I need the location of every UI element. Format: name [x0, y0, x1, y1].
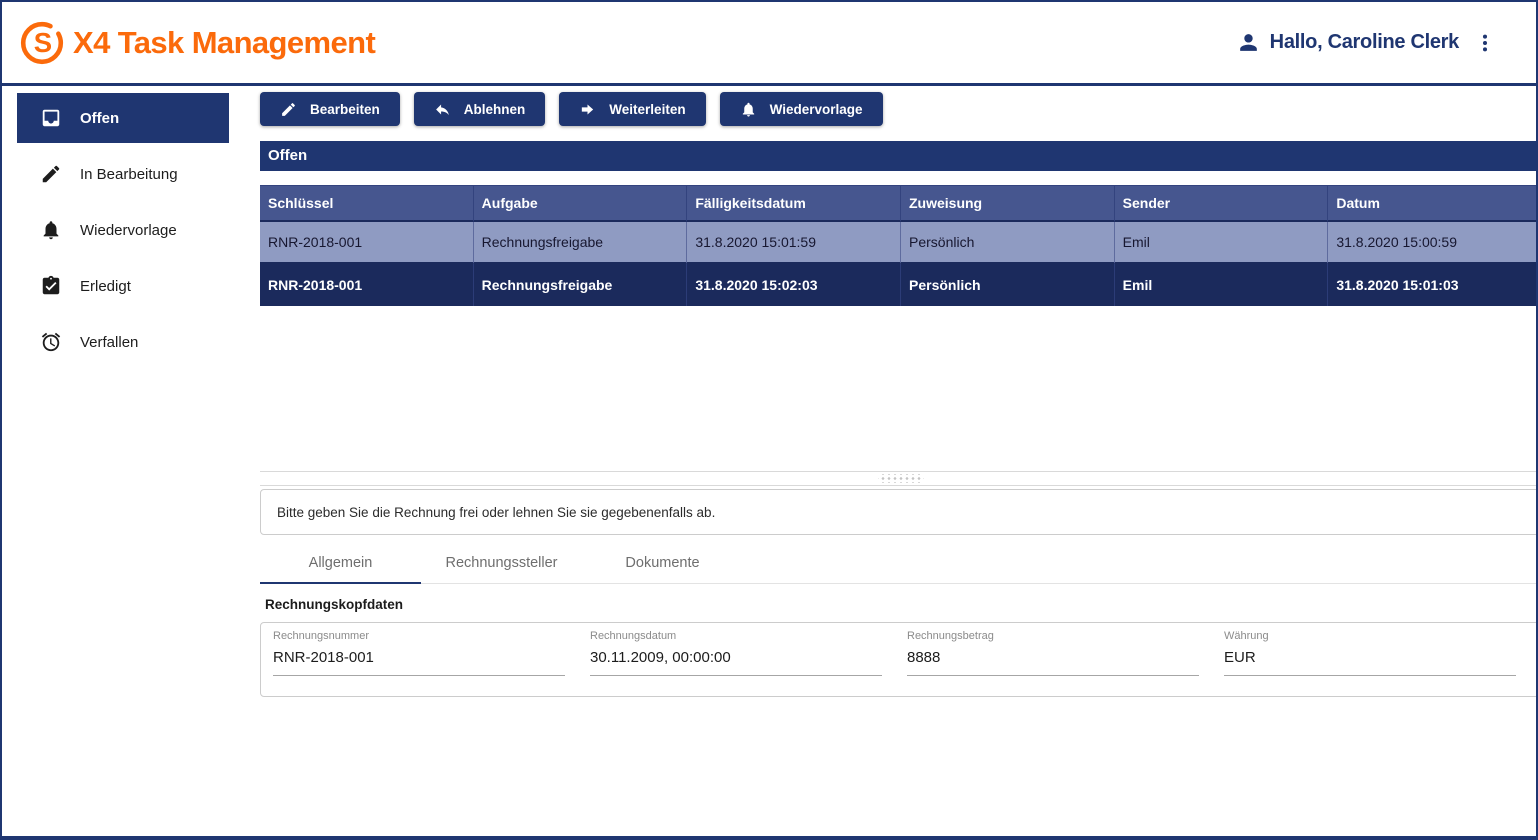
bell-icon	[740, 101, 757, 118]
clipboard-check-icon	[40, 275, 62, 297]
table-cell[interactable]: 31.8.2020 15:00:59	[1328, 222, 1538, 264]
table-cell[interactable]: Persönlich	[901, 222, 1115, 264]
table-cell[interactable]: Emil	[1115, 222, 1329, 264]
tab-dokumente[interactable]: Dokumente	[582, 542, 743, 583]
ablehnen-button[interactable]: Ablehnen	[414, 92, 546, 126]
app-title: X4 Task Management	[73, 25, 375, 61]
button-label: Ablehnen	[464, 102, 526, 117]
sidebar-item-verfallen[interactable]: Verfallen	[17, 317, 229, 367]
reply-arrow-icon	[434, 101, 451, 118]
sidebar-item-erledigt[interactable]: Erledigt	[17, 261, 229, 311]
sidebar-item-label: Verfallen	[80, 334, 138, 351]
rechnungsdatum-input[interactable]	[590, 645, 882, 676]
table-cell[interactable]: 31.8.2020 15:01:03	[1328, 264, 1538, 306]
rechnungsnummer-input[interactable]	[273, 645, 565, 676]
inbox-icon	[40, 107, 62, 129]
rechnungsbetrag-input[interactable]	[907, 645, 1199, 676]
tab-rechnungssteller[interactable]: Rechnungssteller	[421, 542, 582, 583]
splitter-handle[interactable]	[260, 471, 1538, 486]
sidebar-item-label: Offen	[80, 110, 119, 127]
table-cell[interactable]: 31.8.2020 15:02:03	[687, 264, 901, 306]
sidebar-item-label: Erledigt	[80, 278, 131, 295]
user-greeting: Hallo, Caroline Clerk	[1270, 31, 1459, 54]
splitter-grip-icon	[878, 474, 924, 483]
sidebar-item-offen[interactable]: Offen	[17, 93, 229, 143]
sidebar-item-label: In Bearbeitung	[80, 166, 178, 183]
task-hint-text: Bitte geben Sie die Rechnung frei oder l…	[277, 505, 715, 520]
sidebar: Offen In Bearbeitung Wiedervorlage Erled…	[2, 86, 232, 833]
table-cell[interactable]: RNR-2018-001	[260, 222, 474, 264]
tab-allgemein[interactable]: Allgemein	[260, 542, 421, 583]
field-label: Rechnungsdatum	[590, 630, 907, 642]
column-header[interactable]: Aufgabe	[474, 185, 688, 222]
weiterleiten-button[interactable]: Weiterleiten	[559, 92, 705, 126]
column-header[interactable]: Fälligkeitsdatum	[687, 185, 901, 222]
grid-title: Offen	[260, 141, 1538, 171]
tab-label: Rechnungssteller	[445, 555, 557, 571]
wiedervorlage-button[interactable]: Wiedervorlage	[720, 92, 883, 126]
table-cell[interactable]: Rechnungsfreigabe	[474, 222, 688, 264]
user-icon	[1236, 30, 1261, 55]
toolbar: Bearbeiten Ablehnen Weiterleiten	[260, 92, 1538, 126]
waehrung-input[interactable]	[1224, 645, 1516, 676]
field-label: Rechnungsnummer	[273, 630, 590, 642]
field-label: Rechnungsbetrag	[907, 630, 1224, 642]
task-hint-box: Bitte geben Sie die Rechnung frei oder l…	[260, 489, 1538, 535]
detail-tabs: Allgemein Rechnungssteller Dokumente	[260, 542, 1538, 584]
table-cell[interactable]: Emil	[1115, 264, 1329, 306]
content-area: Bearbeiten Ablehnen Weiterleiten	[232, 86, 1538, 833]
sidebar-item-in-bearbeitung[interactable]: In Bearbeitung	[17, 149, 229, 199]
main-area: Offen In Bearbeitung Wiedervorlage Erled…	[2, 86, 1536, 833]
task-table: Schlüssel Aufgabe Fälligkeitsdatum Zuwei…	[260, 185, 1538, 306]
table-cell[interactable]: Persönlich	[901, 264, 1115, 306]
tab-label: Dokumente	[625, 555, 699, 571]
app-logo-icon: S	[20, 21, 64, 65]
pencil-icon	[40, 163, 62, 185]
sidebar-item-label: Wiedervorlage	[80, 222, 177, 239]
alarm-clock-icon	[40, 331, 62, 353]
app-logo-title: S X4 Task Management	[20, 21, 375, 65]
invoice-header-form: Rechnungsnummer Rechnungsdatum Rechnungs…	[260, 622, 1538, 697]
bell-icon	[40, 219, 62, 241]
button-label: Wiedervorlage	[770, 102, 863, 117]
app-window: S X4 Task Management Hallo, Caroline Cle…	[0, 0, 1538, 840]
button-label: Weiterleiten	[609, 102, 685, 117]
section-title: Rechnungskopfdaten	[260, 597, 1538, 612]
overflow-menu-icon[interactable]	[1474, 32, 1496, 54]
column-header[interactable]: Sender	[1115, 185, 1329, 222]
table-cell[interactable]: RNR-2018-001	[260, 264, 474, 306]
field-rechnungsnummer: Rechnungsnummer	[273, 630, 590, 696]
svg-text:S: S	[34, 27, 52, 58]
table-cell[interactable]: Rechnungsfreigabe	[474, 264, 688, 306]
bearbeiten-button[interactable]: Bearbeiten	[260, 92, 400, 126]
app-header: S X4 Task Management Hallo, Caroline Cle…	[2, 2, 1536, 86]
button-label: Bearbeiten	[310, 102, 380, 117]
pencil-icon	[280, 101, 297, 118]
field-label: Währung	[1224, 630, 1538, 642]
field-waehrung: Währung	[1224, 630, 1538, 696]
header-user-area: Hallo, Caroline Clerk	[1236, 30, 1496, 55]
forward-arrow-icon	[579, 101, 596, 118]
column-header[interactable]: Schlüssel	[260, 185, 474, 222]
field-rechnungsdatum: Rechnungsdatum	[590, 630, 907, 696]
column-header[interactable]: Zuweisung	[901, 185, 1115, 222]
table-cell[interactable]: 31.8.2020 15:01:59	[687, 222, 901, 264]
column-header[interactable]: Datum	[1328, 185, 1538, 222]
field-rechnungsbetrag: Rechnungsbetrag	[907, 630, 1224, 696]
tab-label: Allgemein	[309, 555, 373, 571]
sidebar-item-wiedervorlage[interactable]: Wiedervorlage	[17, 205, 229, 255]
